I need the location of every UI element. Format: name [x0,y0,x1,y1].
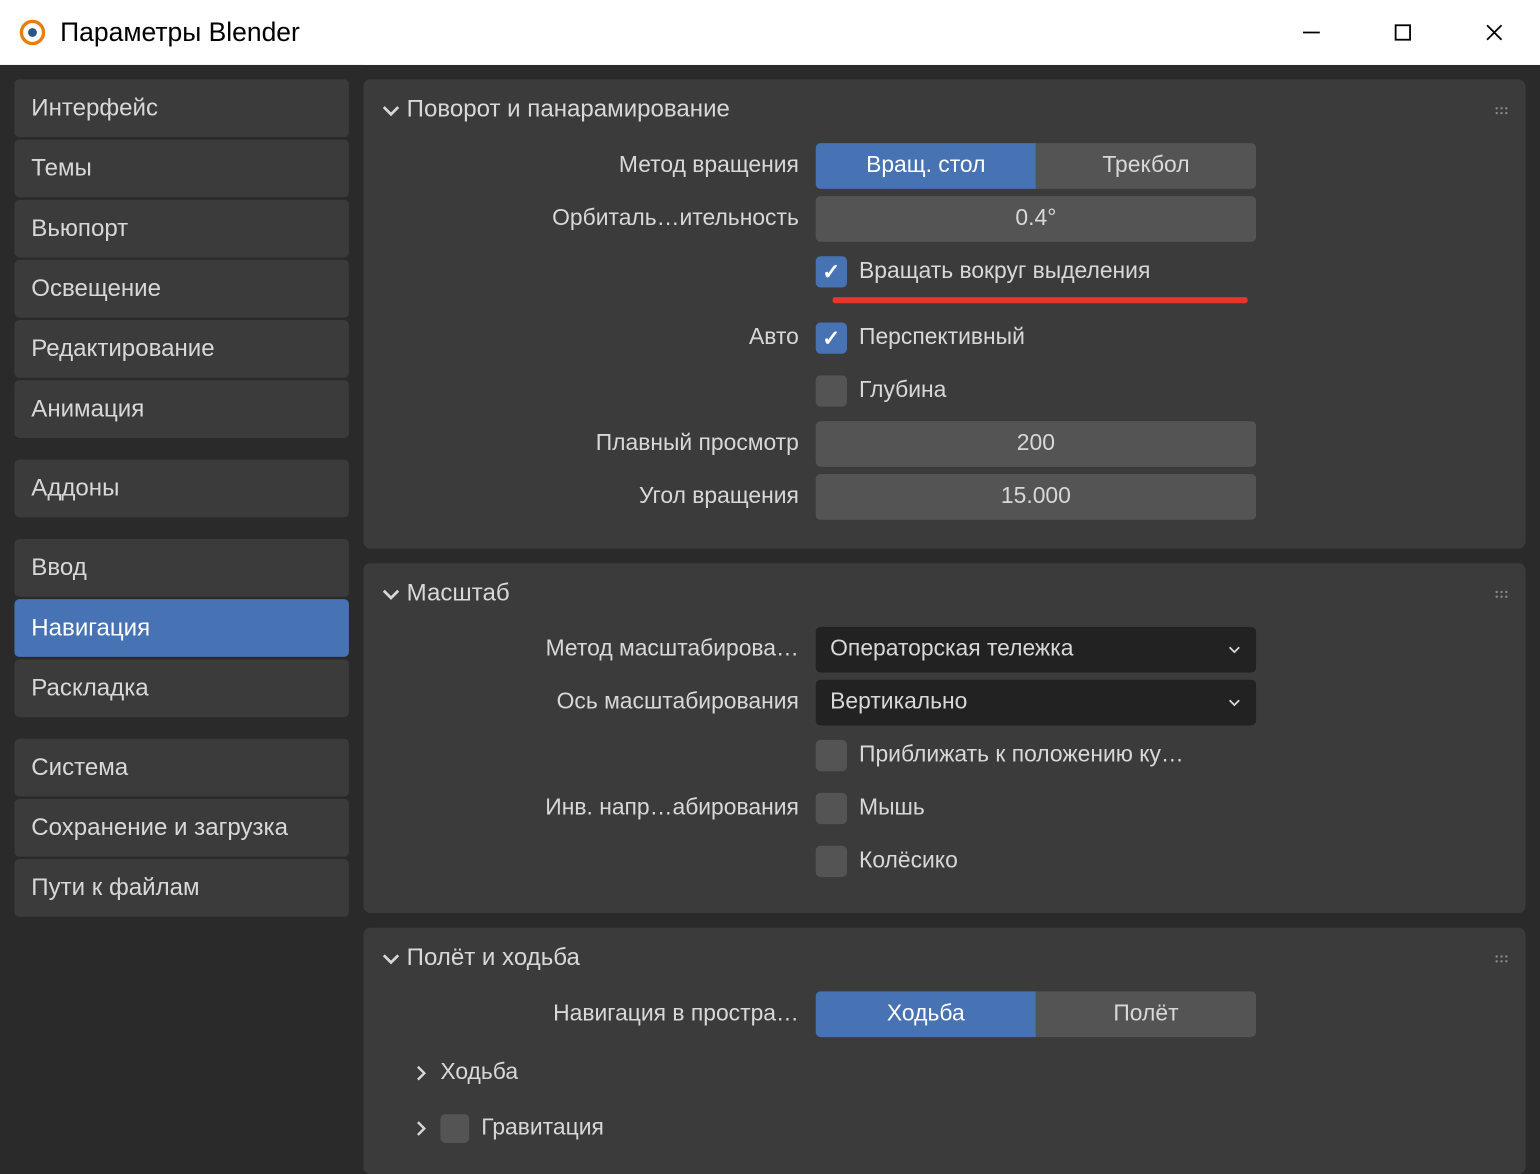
sidebar-item[interactable]: Раскладка [14,659,348,717]
sidebar-item[interactable]: Освещение [14,260,348,318]
navigation-walk[interactable]: Ходьба [816,991,1036,1037]
orbit-sensitivity-label: Орбиталь…ительность [380,206,816,232]
preferences-window: Параметры Blender ИнтерфейсТемыВьюпортОс… [0,0,1540,1155]
fly-walk-panel: Полёт и ходьба Навигация в простра… Ходь… [363,928,1525,1174]
rotation-angle-label: Угол вращения [380,484,816,510]
drag-grip-icon[interactable] [1494,953,1508,963]
chevron-down-icon[interactable] [380,947,402,969]
sidebar-item[interactable]: Интерфейс [14,79,348,137]
gravity-label: Гравитация [481,1115,604,1141]
sidebar-item[interactable]: Темы [14,140,348,198]
zoom-axis-value: Вертикально [830,689,967,715]
panel-title: Полёт и ходьба [407,944,580,972]
zoom-axis-label: Ось масштабирования [380,689,816,715]
view-navigation-label: Навигация в простра… [380,1001,816,1027]
auto-depth-checkbox[interactable] [816,375,847,406]
auto-depth-label: Глубина [859,378,946,404]
orbit-around-selection-label: Вращать вокруг выделения [859,259,1150,285]
orbit-method-trackball[interactable]: Трекбол [1036,143,1256,189]
chevron-right-icon[interactable] [411,1064,430,1083]
orbit-method-turntable[interactable]: Вращ. стол [816,143,1036,189]
panel-title: Масштаб [407,580,510,608]
sidebar-item[interactable]: Система [14,739,348,797]
orbit-around-selection-checkbox[interactable] [816,256,847,287]
main-panel: Поворот и панарамирование Метод вращения… [363,65,1540,1174]
walk-subsection-label[interactable]: Ходьба [440,1060,518,1086]
smooth-view-value[interactable]: 200 [816,421,1256,467]
minimize-button[interactable] [1266,0,1357,65]
highlight-underline [833,297,1248,303]
sidebar-item[interactable]: Ввод [14,539,348,597]
invert-mouse-label: Мышь [859,795,925,821]
sidebar-item[interactable]: Сохранение и загрузка [14,799,348,857]
sidebar: ИнтерфейсТемыВьюпортОсвещениеРедактирова… [0,65,363,1174]
auto-perspective-label: Перспективный [859,325,1025,351]
zoom-method-value: Операторская тележка [830,636,1073,662]
content-area: ИнтерфейсТемыВьюпортОсвещениеРедактирова… [0,65,1540,1174]
chevron-right-icon[interactable] [411,1119,430,1138]
chevron-down-icon[interactable] [380,583,402,605]
drag-grip-icon[interactable] [1494,589,1508,599]
sidebar-item[interactable]: Навигация [14,599,348,657]
sidebar-item[interactable]: Аддоны [14,460,348,518]
chevron-down-icon[interactable] [380,99,402,121]
close-button[interactable] [1449,0,1540,65]
auto-perspective-checkbox[interactable] [816,322,847,353]
orbit-method-label: Метод вращения [380,153,816,179]
smooth-view-label: Плавный просмотр [380,431,816,457]
zoom-axis-select[interactable]: Вертикально [816,680,1256,726]
auto-label: Авто [380,325,816,351]
invert-direction-label: Инв. напр…абирования [380,795,816,821]
sidebar-item[interactable]: Вьюпорт [14,200,348,258]
zoom-to-mouse-checkbox[interactable] [816,740,847,771]
orbit-sensitivity-value[interactable]: 0.4° [816,196,1256,242]
zoom-method-label: Метод масштабирова… [380,636,816,662]
titlebar: Параметры Blender [0,0,1540,65]
panel-title: Поворот и панарамирование [407,96,730,124]
navigation-fly[interactable]: Полёт [1036,991,1256,1037]
invert-wheel-checkbox[interactable] [816,846,847,877]
zoom-method-select[interactable]: Операторская тележка [816,627,1256,673]
invert-wheel-label: Колёсико [859,848,958,874]
sidebar-item[interactable]: Анимация [14,380,348,438]
rotation-angle-value[interactable]: 15.000 [816,474,1256,520]
chevron-down-icon [1227,695,1241,709]
zoom-panel: Масштаб Метод масштабирова… Операторская… [363,563,1525,913]
invert-mouse-checkbox[interactable] [816,793,847,824]
drag-grip-icon[interactable] [1494,105,1508,115]
gravity-checkbox[interactable] [440,1114,469,1143]
window-title: Параметры Blender [60,17,300,48]
orbit-pan-panel: Поворот и панарамирование Метод вращения… [363,79,1525,548]
zoom-to-mouse-label: Приближать к положению ку… [859,742,1184,768]
sidebar-item[interactable]: Пути к файлам [14,859,348,917]
blender-icon [19,19,45,45]
maximize-button[interactable] [1357,0,1448,65]
sidebar-item[interactable]: Редактирование [14,320,348,378]
chevron-down-icon [1227,642,1241,656]
